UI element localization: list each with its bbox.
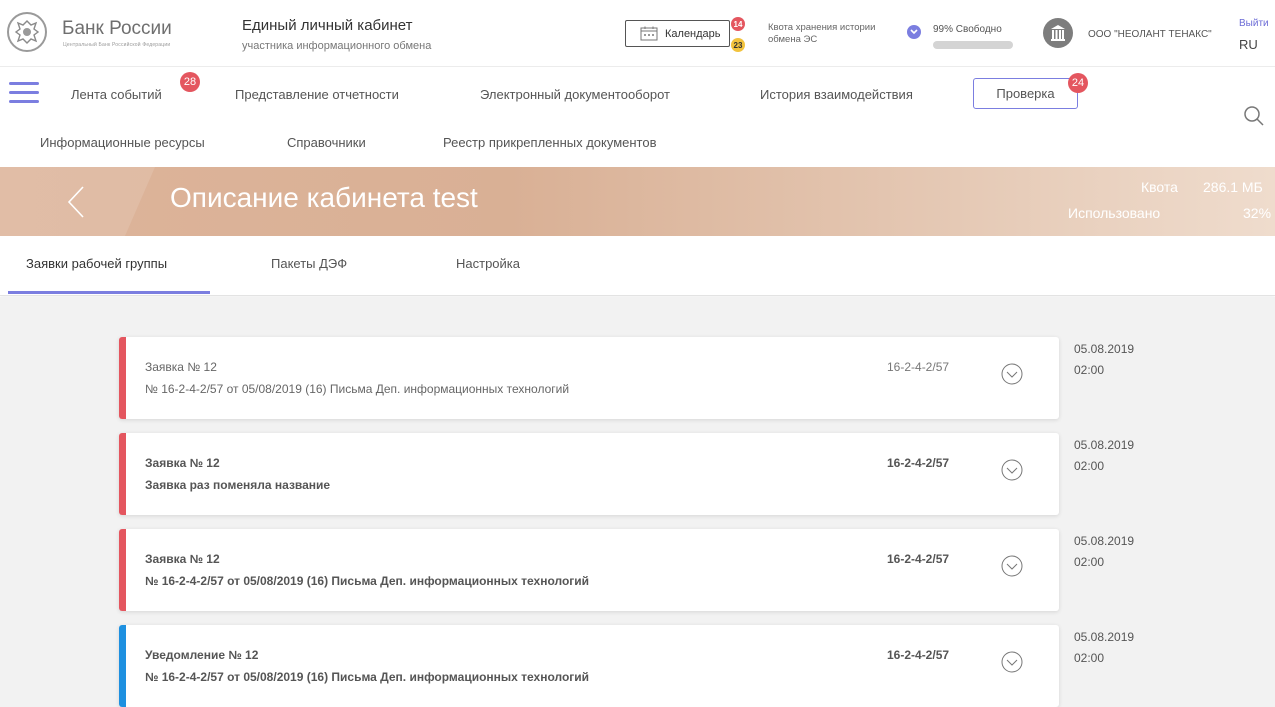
list-item[interactable]: Заявка № 12 Заявка раз поменяла название… [119,433,1059,515]
calendar-badge-red: 14 [731,17,745,31]
card-status-strip [119,625,126,707]
card-date: 05.08.2019 [1074,342,1135,356]
card-number: 16-2-4-2/57 [887,360,950,374]
calendar-badge-yellow: 23 [731,38,745,52]
card-title: Заявка № 12 [145,456,220,470]
banner-quota-label: Квота [1141,179,1178,195]
card-datetime: 05.08.2019 02:00 [1074,627,1134,669]
tab-bar: Заявки рабочей группы Пакеты ДЭФ Настрой… [0,236,1275,296]
tab-def-packages[interactable]: Пакеты ДЭФ [271,256,347,271]
banner-used-label: Использовано [1068,205,1161,221]
bank-emblem-icon[interactable] [7,12,47,52]
expand-chevron-icon[interactable] [1000,554,1024,578]
chevron-left-icon [67,186,84,218]
active-tab-indicator [8,291,210,294]
organization-building-icon[interactable] [1043,18,1073,48]
expand-chevron-icon[interactable] [1000,362,1024,386]
card-status-strip [119,529,126,611]
card-datetime: 05.08.2019 02:00 [1074,339,1134,381]
logo-subtitle: Центральный Банк Российской Федерации [63,42,171,48]
card-status-strip [119,433,126,515]
card-number: 16-2-4-2/57 [887,552,950,566]
page-title: Описание кабинета test [170,182,478,213]
calendar-label: Календарь [665,27,721,40]
card-datetime: 05.08.2019 02:00 [1074,531,1134,573]
card-date: 05.08.2019 [1074,534,1135,548]
banner-used-value: 32% [1243,205,1272,221]
list-item[interactable]: Заявка № 12 № 16-2-4-2/57 от 05/08/2019 … [119,529,1059,611]
menu-icon[interactable] [9,82,39,104]
card-description: Заявка раз поменяла название [145,478,331,492]
card-status-strip [119,337,126,419]
card-datetime: 05.08.2019 02:00 [1074,435,1134,477]
chevron-down-icon[interactable] [907,25,921,39]
language-selector[interactable]: RU [1239,37,1258,52]
nav-events[interactable]: Лента событий [71,87,162,102]
check-button[interactable]: Проверка [973,78,1078,109]
nav-directories[interactable]: Справочники [287,135,366,150]
list-item[interactable]: Уведомление № 12 № 16-2-4-2/57 от 05/08/… [119,625,1059,707]
card-number: 16-2-4-2/57 [887,456,950,470]
card-description: № 16-2-4-2/57 от 05/08/2019 (16) Письма … [145,670,590,684]
calendar-button[interactable]: Календарь [625,20,730,47]
top-header: Банк России Центральный Банк Российской … [0,0,1275,67]
app-title: Единый личный кабинет [242,17,413,34]
card-time: 02:00 [1074,459,1105,473]
list-item[interactable]: Заявка № 12 № 16-2-4-2/57 от 05/08/2019 … [119,337,1059,419]
quota-label: Квота хранения истории обмена ЭС [768,22,876,45]
nav-edo[interactable]: Электронный документооборот [480,87,670,102]
tab-settings[interactable]: Настройка [456,256,520,271]
organization-name[interactable]: ООО "НЕОЛАНТ ТЕНАКС" [1088,29,1212,40]
card-number: 16-2-4-2/57 [887,648,950,662]
page: Банк России Центральный Банк Российской … [0,0,1275,707]
nav-history[interactable]: История взаимодействия [760,87,913,102]
nav-reporting[interactable]: Представление отчетности [235,87,399,102]
cabinet-banner: Описание кабинета test Квота 286.1 МБ Ис… [0,167,1275,236]
card-date: 05.08.2019 [1074,438,1135,452]
card-time: 02:00 [1074,363,1105,377]
quota-progress-bar [933,41,1013,49]
request-list: Заявка № 12 № 16-2-4-2/57 от 05/08/2019 … [0,297,1275,707]
search-icon[interactable] [1243,105,1265,132]
card-title: Заявка № 12 [145,360,217,374]
card-time: 02:00 [1074,651,1105,665]
card-description: № 16-2-4-2/57 от 05/08/2019 (16) Письма … [145,574,590,588]
back-button[interactable] [0,167,155,236]
expand-chevron-icon[interactable] [1000,650,1024,674]
calendar-icon [640,26,658,41]
logo-title[interactable]: Банк России [62,18,172,40]
events-badge: 28 [180,72,200,92]
logout-link[interactable]: Выйти [1239,18,1269,29]
card-title: Уведомление № 12 [145,648,259,662]
expand-chevron-icon[interactable] [1000,458,1024,482]
card-title: Заявка № 12 [145,552,220,566]
card-date: 05.08.2019 [1074,630,1135,644]
card-time: 02:00 [1074,555,1105,569]
quota-free-text: 99% Свободно [933,24,1002,35]
banner-quota-value: 286.1 МБ [1203,179,1263,195]
check-badge: 24 [1068,73,1088,93]
app-subtitle: участника информационного обмена [242,40,432,52]
card-description: № 16-2-4-2/57 от 05/08/2019 (16) Письма … [145,382,570,396]
tab-workgroup-requests[interactable]: Заявки рабочей группы [26,256,167,271]
nav-resources[interactable]: Информационные ресурсы [40,135,205,150]
nav-registry[interactable]: Реестр прикрепленных документов [443,135,657,150]
